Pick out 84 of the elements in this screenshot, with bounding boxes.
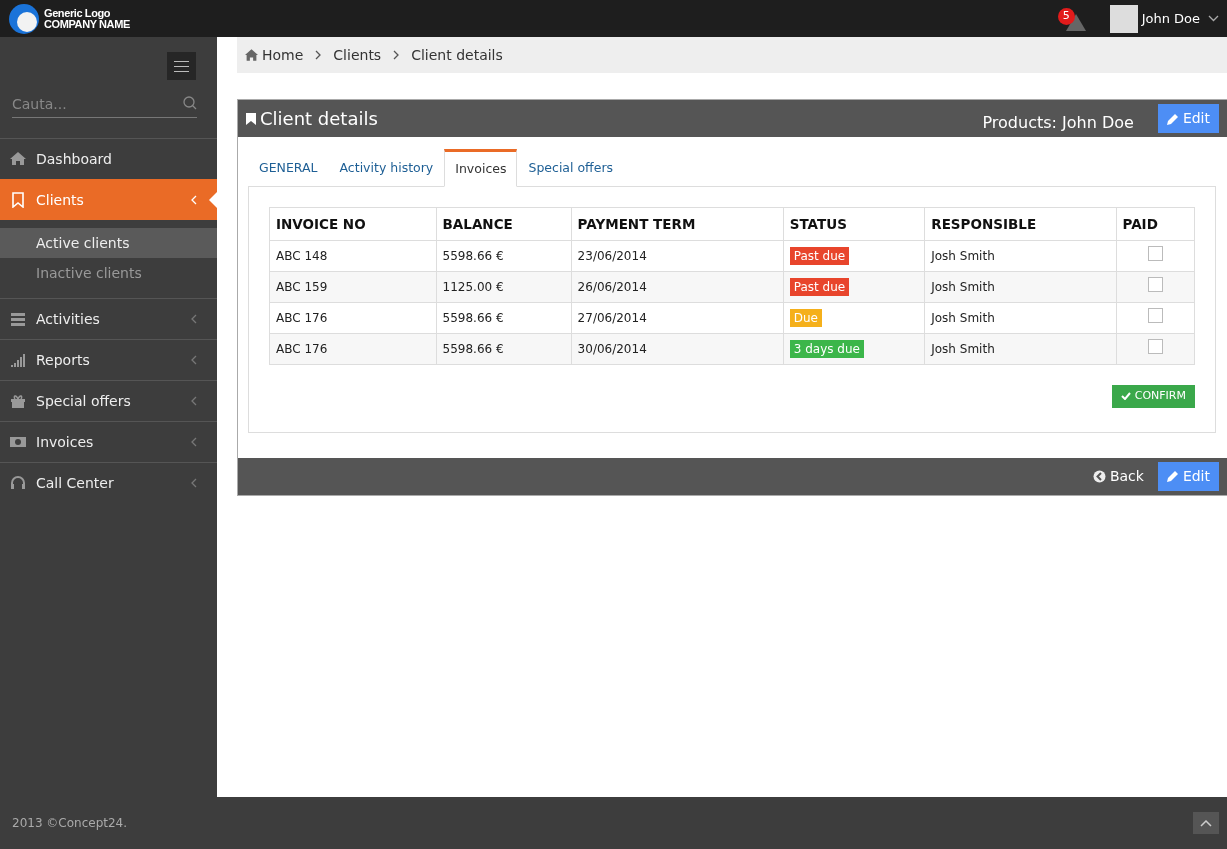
breadcrumb-link[interactable]: Home (262, 44, 304, 66)
home-icon (10, 151, 26, 167)
pointer-icon (209, 192, 217, 208)
column-header: PAYMENT TERM (571, 207, 784, 241)
table-cell: 5598.66 € (436, 240, 572, 272)
scroll-top-button[interactable] (1193, 812, 1219, 834)
column-header: RESPONSIBLE (924, 207, 1116, 241)
pencil-icon (1166, 470, 1179, 482)
submenu-item[interactable]: Inactive clients (0, 258, 217, 288)
sidebar-item[interactable]: Special offers (0, 380, 217, 421)
check-icon (1120, 392, 1131, 401)
table-cell: 27/06/2014 (571, 302, 784, 334)
table-cell: Josh Smith (924, 240, 1116, 272)
sidebar-item-label: Reports (36, 350, 90, 370)
home-icon (245, 49, 258, 61)
breadcrumb-link[interactable]: Client details (411, 44, 503, 66)
table-cell: 5598.66 € (436, 302, 572, 334)
sidebar-item[interactable]: Activities (0, 298, 217, 339)
table-cell: 30/06/2014 (571, 333, 784, 365)
chevron-right-icon (393, 50, 400, 60)
menu-button[interactable] (167, 52, 196, 80)
bookmark-icon (10, 192, 26, 208)
tab[interactable]: Special offers (517, 149, 625, 186)
table-cell: Josh Smith (924, 271, 1116, 303)
status-tag: Past due (789, 278, 850, 296)
user-name[interactable]: John Doe (1141, 8, 1200, 29)
logo-text: Generic Logo (44, 7, 111, 19)
table-cell: 26/06/2014 (571, 271, 784, 303)
sidebar-item[interactable]: Reports (0, 339, 217, 380)
column-header: BALANCE (436, 207, 572, 241)
status-tag: Due (789, 309, 822, 327)
column-header: STATUS (783, 207, 925, 241)
sidebar-item-label: Activities (36, 309, 100, 329)
table-cell: 5598.66 € (436, 333, 572, 365)
table-cell: ABC 176 (269, 302, 437, 334)
panel-subtitle: Products: John Doe (982, 111, 1134, 134)
paid-checkbox[interactable] (1147, 339, 1163, 354)
sidebar-item-label: Clients (36, 190, 84, 210)
table-cell: Josh Smith (924, 302, 1116, 334)
copyright-text: 2013 ©Concept24. (11, 815, 128, 832)
tab[interactable]: GENERAL (248, 149, 329, 186)
column-header: INVOICE NO (269, 207, 437, 241)
avatar-placeholder (1109, 4, 1138, 33)
tab[interactable]: Activity history (328, 149, 445, 186)
table-cell: ABC 176 (269, 333, 437, 365)
gift-icon (10, 393, 26, 409)
stack-icon (10, 311, 26, 327)
submenu-item[interactable]: Active clients (0, 228, 217, 258)
chevron-down-icon[interactable] (1208, 15, 1219, 22)
status-tag: 3 days due (789, 340, 864, 358)
status-tag: Past due (789, 247, 850, 265)
bookmark-icon (246, 112, 256, 125)
sidebar-item-label: Special offers (36, 391, 131, 411)
table-cell: Josh Smith (924, 333, 1116, 365)
sidebar-item-label: Dashboard (36, 149, 112, 169)
paid-checkbox[interactable] (1147, 308, 1163, 323)
sidebar-item-label: Invoices (36, 432, 94, 452)
panel-title: Client details (260, 107, 378, 131)
paid-checkbox[interactable] (1147, 246, 1163, 261)
back-button[interactable]: Back (1086, 464, 1150, 488)
table-cell: ABC 159 (269, 271, 437, 303)
sidebar-item-label: Call Center (36, 473, 114, 493)
logo-icon (8, 2, 40, 35)
notification-count: 5 (1057, 7, 1075, 25)
search-icon[interactable] (183, 96, 197, 110)
table-cell: ABC 148 (269, 240, 437, 272)
table-cell: 1125.00 € (436, 271, 572, 303)
breadcrumb-link[interactable]: Clients (333, 44, 382, 66)
company-name: COMPANY NAME (44, 18, 130, 30)
pencil-icon (1166, 112, 1179, 125)
tab[interactable]: Invoices (444, 149, 518, 187)
chevron-right-icon (315, 50, 322, 60)
sidebar-item[interactable]: Call Center (0, 462, 217, 503)
table-cell: 23/06/2014 (571, 240, 784, 272)
sidebar-item[interactable]: Invoices (0, 421, 217, 462)
column-header: PAID (1116, 207, 1195, 241)
banknote-icon (10, 434, 26, 450)
menu-icon (174, 60, 189, 72)
paid-checkbox[interactable] (1147, 277, 1163, 292)
chevron-up-icon (1200, 819, 1212, 827)
search-field[interactable]: Cauta... (12, 92, 197, 118)
signal-icon (10, 352, 26, 368)
warning-icon[interactable] (1065, 13, 1086, 31)
headset-icon (10, 475, 26, 491)
